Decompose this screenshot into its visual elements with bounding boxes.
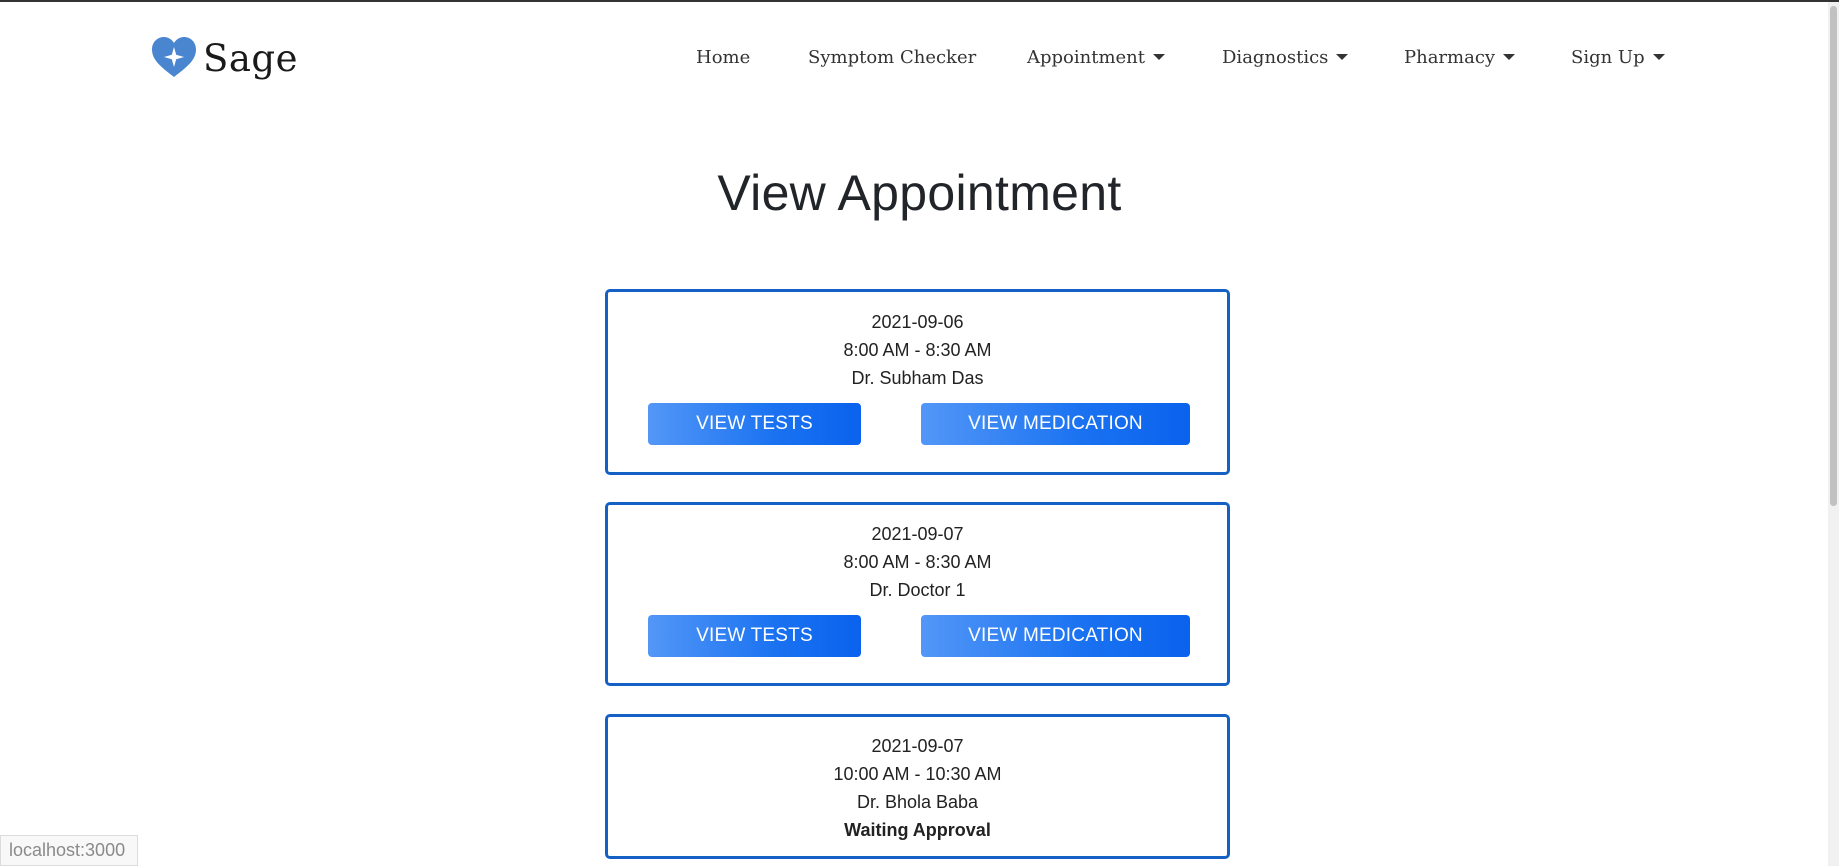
nav-diagnostics-dropdown[interactable]: Diagnostics (1222, 47, 1349, 68)
view-medication-button[interactable]: VIEW MEDICATION (921, 403, 1190, 445)
view-medication-button[interactable]: VIEW MEDICATION (921, 615, 1190, 657)
page-title: View Appointment (717, 165, 1122, 221)
appointment-time: 10:00 AM - 10:30 AM (833, 764, 1002, 784)
view-tests-button[interactable]: VIEW TESTS (648, 615, 861, 657)
nav-diagnostics-label: Diagnostics (1222, 47, 1329, 68)
view-tests-button[interactable]: VIEW TESTS (648, 403, 861, 445)
appointment-time: 8:00 AM - 8:30 AM (843, 552, 992, 572)
caret-down-icon (1652, 54, 1665, 60)
nav-home[interactable]: Home (696, 47, 750, 68)
appointment-status: Waiting Approval (844, 820, 991, 840)
appointment-date: 2021-09-07 (871, 736, 964, 756)
nav-home-label: Home (696, 47, 751, 68)
brand-link[interactable]: Sage (151, 36, 298, 80)
nav-appointment-dropdown[interactable]: Appointment (1027, 47, 1166, 68)
brand-name: Sage (203, 36, 298, 80)
nav-pharmacy-dropdown[interactable]: Pharmacy (1404, 47, 1516, 68)
appointment-doctor: Dr. Subham Das (851, 368, 984, 388)
caret-down-icon (1503, 54, 1516, 60)
appointment-card: 2021-09-06 8:00 AM - 8:30 AM Dr. Subham … (605, 289, 1230, 475)
page-scrollbar[interactable] (1828, 2, 1839, 866)
scrollbar-thumb[interactable] (1830, 6, 1837, 506)
nav-sign-up-label: Sign Up (1571, 47, 1645, 68)
appointment-doctor: Dr. Doctor 1 (869, 580, 966, 600)
appointment-card: 2021-09-07 8:00 AM - 8:30 AM Dr. Doctor … (605, 502, 1230, 686)
caret-down-icon (1153, 54, 1166, 60)
window-top-border (0, 0, 1839, 2)
appointment-card: 2021-09-07 10:00 AM - 10:30 AM Dr. Bhola… (605, 714, 1230, 859)
nav-symptom-checker[interactable]: Symptom Checker (808, 47, 976, 68)
heart-sparkle-icon (152, 37, 196, 77)
caret-down-icon (1336, 54, 1349, 60)
appointment-doctor: Dr. Bhola Baba (856, 792, 979, 812)
appointment-date: 2021-09-06 (871, 312, 964, 332)
nav-pharmacy-label: Pharmacy (1404, 47, 1496, 68)
nav-sign-up-dropdown[interactable]: Sign Up (1571, 47, 1665, 68)
appointment-date: 2021-09-07 (871, 524, 964, 544)
browser-status-url: localhost:3000 (0, 835, 138, 866)
nav-appointment-label: Appointment (1027, 47, 1146, 68)
appointment-time: 8:00 AM - 8:30 AM (843, 340, 992, 360)
nav-symptom-checker-label: Symptom Checker (808, 47, 977, 68)
